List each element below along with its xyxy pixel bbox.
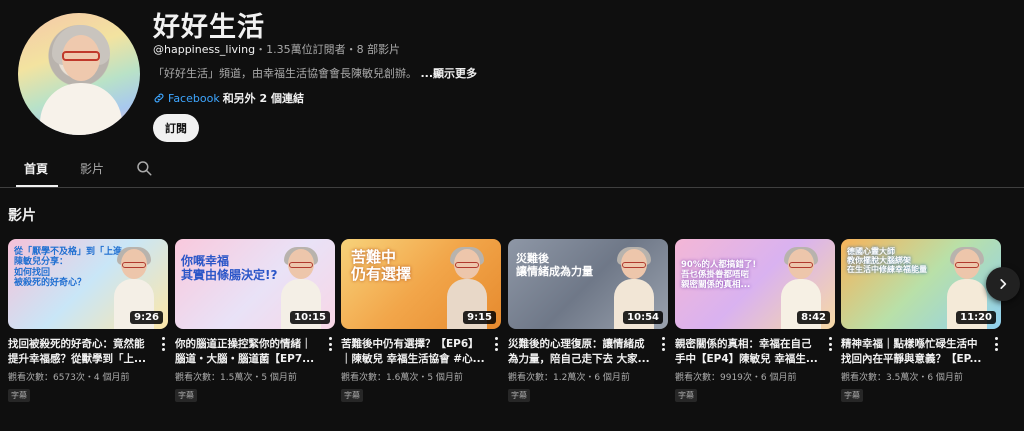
video-meta: 觀看次數：9919次・6 個月前 (675, 373, 797, 383)
captions-badge: 字幕 (675, 389, 697, 402)
video-meta: 觀看次數：3.5萬次・6 個月前 (841, 373, 963, 383)
thumbnail-overlay-text: 災難後 讓情緒成為力量 (516, 252, 593, 278)
shelf-next-button[interactable] (986, 267, 1020, 301)
video-thumbnail[interactable]: 90%的人都搞錯了! 吾乜係掛眷都唔啱 親密關係的真相... 8:42 (675, 239, 835, 329)
video-thumbnail[interactable]: 苦難中 仍有選擇 9:15 (341, 239, 501, 329)
thumbnail-overlay-text: 你嘅幸福 其實由條腸決定!? (181, 254, 278, 282)
channel-tabs: 首頁 影片 (0, 150, 1024, 188)
video-card[interactable]: 你嘅幸福 其實由條腸決定!? 10:15 你的腦道正操控緊你的情緒｜腦道・大腦・… (175, 239, 335, 402)
video-title[interactable]: 你的腦道正操控緊你的情緒｜腦道・大腦・腦道菌【EP7... (175, 337, 320, 367)
video-card[interactable]: 德國心靈大師 教你擺脫大腦綁架 在生活中修練幸福能量 11:20 精神幸福｜點樣… (841, 239, 1001, 402)
video-duration: 11:20 (956, 311, 996, 324)
captions-badge: 字幕 (8, 389, 30, 402)
video-title[interactable]: 災難後的心理復原：讓情緒成為力量，陪自己走下去 大家... (508, 337, 653, 367)
video-meta: 觀看次數：1.6萬次・5 個月前 (341, 373, 463, 383)
video-duration: 10:54 (623, 311, 663, 324)
captions-badge: 字幕 (841, 389, 863, 402)
link-icon (154, 93, 164, 103)
video-duration: 8:42 (797, 311, 830, 324)
video-meta: 觀看次數：1.2萬次・6 個月前 (508, 373, 630, 383)
other-links[interactable]: 和另外 2 個連結 (223, 90, 304, 106)
captions-badge: 字幕 (508, 389, 530, 402)
avatar-figure (40, 83, 122, 135)
video-title[interactable]: 精神幸福｜點樣喺忙碌生活中找回內在平靜與意義？【EP... (841, 337, 986, 367)
video-thumbnail[interactable]: 德國心靈大師 教你擺脫大腦綁架 在生活中修練幸福能量 11:20 (841, 239, 1001, 329)
channel-links: Facebook 和另外 2 個連結 (153, 90, 304, 106)
video-thumbnail[interactable]: 從「厭學不及格」到「上進」 陳敏兒分享： 如何找回 被殺死的好奇心？ 9:26 (8, 239, 168, 329)
thumbnail-overlay-text: 苦難中 仍有選擇 (351, 248, 412, 284)
channel-title: 好好生活 (153, 12, 265, 43)
video-duration: 10:15 (290, 311, 330, 324)
more-vertical-icon[interactable] (658, 337, 668, 351)
more-vertical-icon[interactable] (325, 337, 335, 351)
channel-avatar[interactable] (18, 13, 140, 135)
more-vertical-icon[interactable] (825, 337, 835, 351)
more-vertical-icon[interactable] (158, 337, 168, 351)
show-more-link[interactable]: ...顯示更多 (421, 67, 478, 80)
search-icon[interactable] (135, 159, 153, 177)
channel-description[interactable]: 「好好生活」頻道，由幸福生活協會會長陳敏兒創辦。 ...顯示更多 (153, 65, 477, 81)
chevron-right-icon (1000, 279, 1007, 289)
thumbnail-overlay-text: 90%的人都搞錯了! 吾乜係掛眷都唔啱 親密關係的真相... (681, 260, 757, 290)
video-title[interactable]: 找回被殺死的好奇心：竟然能提升幸福感？從獸學到「上... (8, 337, 153, 367)
captions-badge: 字幕 (341, 389, 363, 402)
video-card[interactable]: 苦難中 仍有選擇 9:15 苦難後中仍有選擇？【EP6】｜陳敏兒 幸福生活協會 … (341, 239, 501, 402)
more-vertical-icon[interactable] (991, 337, 1001, 351)
active-tab-indicator (16, 185, 58, 187)
video-card[interactable]: 從「厭學不及格」到「上進」 陳敏兒分享： 如何找回 被殺死的好奇心？ 9:26 … (8, 239, 168, 402)
thumbnail-overlay-text: 德國心靈大師 教你擺脫大腦綁架 在生活中修練幸福能量 (847, 247, 927, 275)
subscribe-button[interactable]: 訂閱 (153, 114, 199, 142)
video-title[interactable]: 苦難後中仍有選擇？【EP6】｜陳敏兒 幸福生活協會 #心... (341, 337, 486, 367)
video-card[interactable]: 90%的人都搞錯了! 吾乜係掛眷都唔啱 親密關係的真相... 8:42 親密關係… (675, 239, 835, 402)
more-vertical-icon[interactable] (491, 337, 501, 351)
video-thumbnail[interactable]: 災難後 讓情緒成為力量 10:54 (508, 239, 668, 329)
captions-badge: 字幕 (175, 389, 197, 402)
avatar-glasses (62, 51, 100, 61)
tab-videos[interactable]: 影片 (80, 160, 104, 177)
channel-stats: ・1.35萬位訂閱者・8 部影片 (255, 43, 401, 56)
video-thumbnail[interactable]: 你嘅幸福 其實由條腸決定!? 10:15 (175, 239, 335, 329)
video-card[interactable]: 災難後 讓情緒成為力量 10:54 災難後的心理復原：讓情緒成為力量，陪自己走下… (508, 239, 668, 402)
facebook-link[interactable]: Facebook (168, 92, 220, 105)
video-meta: 觀看次數：6573次・4 個月前 (8, 373, 130, 383)
channel-description-text: 「好好生活」頻道，由幸福生活協會會長陳敏兒創辦。 (153, 67, 417, 80)
tab-home[interactable]: 首頁 (24, 160, 48, 177)
channel-handle: @happiness_living (153, 43, 256, 56)
video-duration: 9:15 (463, 311, 496, 324)
channel-meta: @happiness_living・1.35萬位訂閱者・8 部影片 (153, 41, 400, 57)
video-duration: 9:26 (130, 311, 163, 324)
video-title[interactable]: 親密關係的真相：幸福在自己手中【EP4】陳敏兒 幸福生... (675, 337, 820, 367)
video-meta: 觀看次數：1.5萬次・5 個月前 (175, 373, 297, 383)
section-title[interactable]: 影片 (8, 205, 36, 225)
